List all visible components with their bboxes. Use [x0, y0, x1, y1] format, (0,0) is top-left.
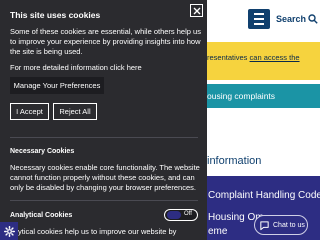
hamburger-icon-bar — [254, 18, 264, 20]
hamburger-icon-bar — [254, 23, 264, 25]
teal-nav-link[interactable]: ousing complaints — [207, 91, 275, 101]
divider — [10, 137, 198, 138]
necessary-cookies-text: Necessary cookies enable core functional… — [10, 163, 200, 192]
analytical-cookies-toggle[interactable]: Off — [164, 209, 198, 221]
cookie-gear-icon — [3, 225, 15, 237]
intro-text: Some of these cookies are essential, whi… — [10, 27, 201, 56]
menu-button[interactable] — [248, 9, 270, 29]
feature-card-line: eme — [208, 226, 228, 237]
close-button[interactable] — [190, 4, 203, 17]
cookie-consent-panel: This site uses cookies Some of these coo… — [0, 0, 207, 240]
close-icon — [193, 7, 200, 14]
manage-preferences-button[interactable]: Manage Your Preferences — [10, 77, 104, 94]
cookie-settings-button[interactable] — [0, 222, 18, 240]
necessary-cookies-title: Necessary Cookies — [10, 148, 75, 155]
panel-title: This site uses cookies — [10, 10, 101, 20]
search-icon — [308, 14, 318, 24]
info-heading: information — [207, 155, 262, 167]
toggle-label: Off — [184, 211, 192, 217]
alert-banner-link[interactable]: can access the — [250, 53, 300, 62]
hamburger-icon — [254, 13, 264, 15]
search-button[interactable]: Search — [276, 14, 318, 24]
chat-button[interactable]: Chat to us — [254, 215, 308, 235]
search-label: Search — [276, 14, 307, 24]
accept-button[interactable]: I Accept — [10, 103, 49, 120]
analytical-cookies-title: Analytical Cookies — [10, 212, 73, 219]
chat-icon — [260, 220, 269, 230]
divider — [10, 200, 198, 201]
more-info-link[interactable]: For more detailed information click here — [10, 63, 142, 72]
analytical-cookies-text: ytical cookies help us to improve our we… — [18, 227, 177, 236]
toggle-knob — [167, 211, 181, 219]
reject-all-button[interactable]: Reject All — [53, 103, 97, 120]
alert-banner-copy: resentatives — [207, 53, 250, 62]
alert-banner-text: resentatives can access the — [207, 53, 300, 62]
feature-card-title: Complaint Handling Code — [208, 190, 320, 201]
chat-label: Chat to us — [273, 221, 305, 229]
